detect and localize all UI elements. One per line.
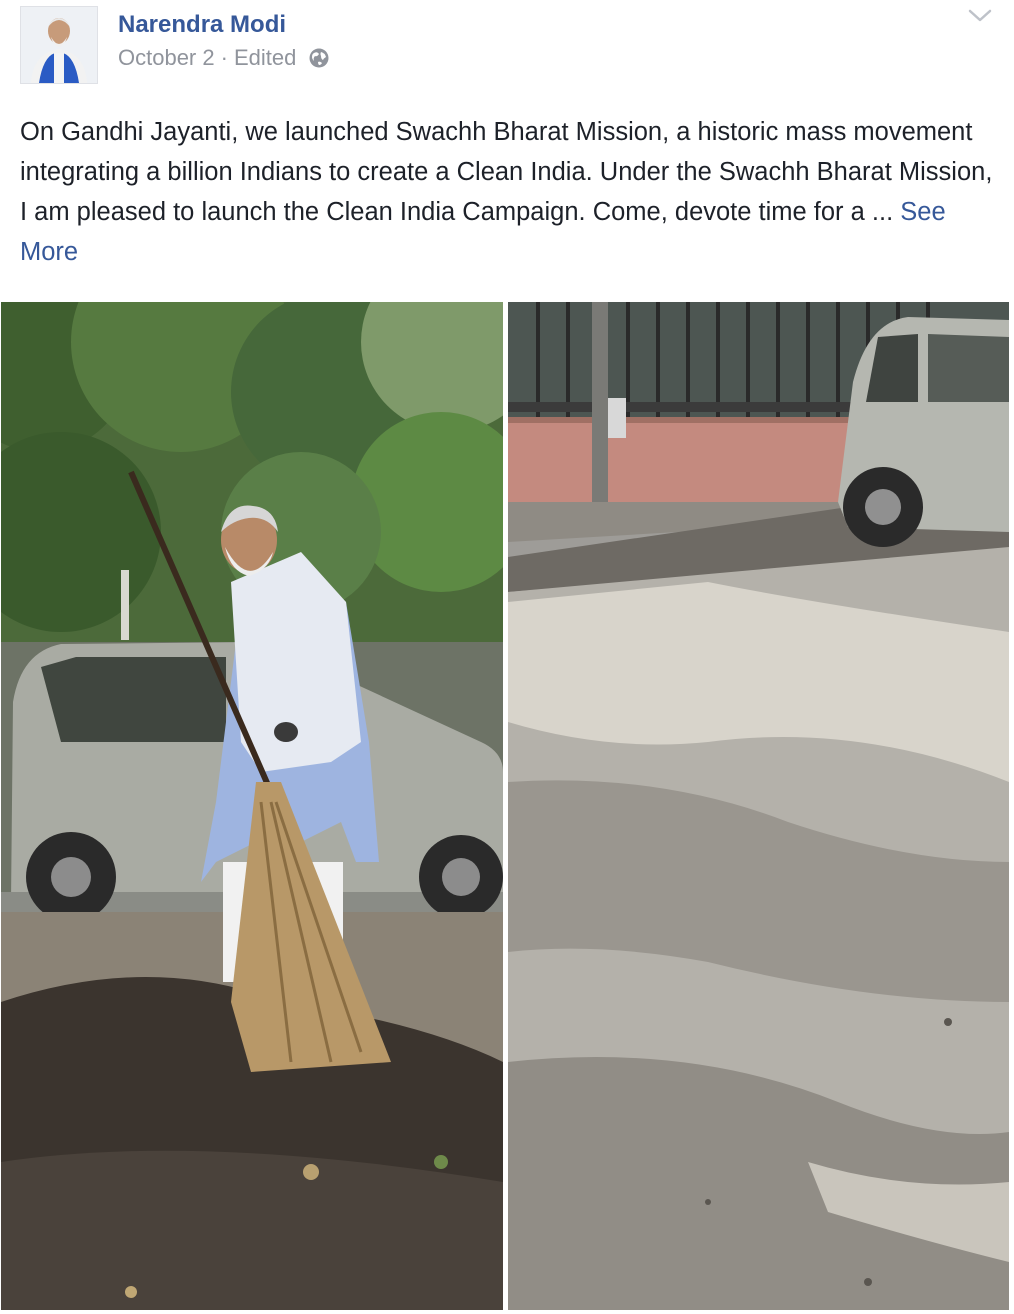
- globe-icon[interactable]: [308, 47, 330, 69]
- post-text: On Gandhi Jayanti, we launched Swachh Bh…: [20, 112, 995, 272]
- post-meta: October 2 · Edited: [118, 44, 330, 72]
- post-header: Narendra Modi October 2 · Edited: [0, 0, 1014, 100]
- post-date[interactable]: October 2: [118, 44, 215, 72]
- avatar[interactable]: [20, 6, 98, 84]
- photo-clean-street[interactable]: [508, 302, 1009, 1310]
- photo-sweeping[interactable]: [1, 302, 503, 1310]
- meta-separator: ·: [220, 45, 228, 70]
- chevron-down-icon[interactable]: [966, 6, 994, 26]
- author-name[interactable]: Narendra Modi: [118, 10, 286, 40]
- post-body: On Gandhi Jayanti, we launched Swachh Bh…: [20, 118, 993, 226]
- edited-label[interactable]: Edited: [234, 44, 296, 72]
